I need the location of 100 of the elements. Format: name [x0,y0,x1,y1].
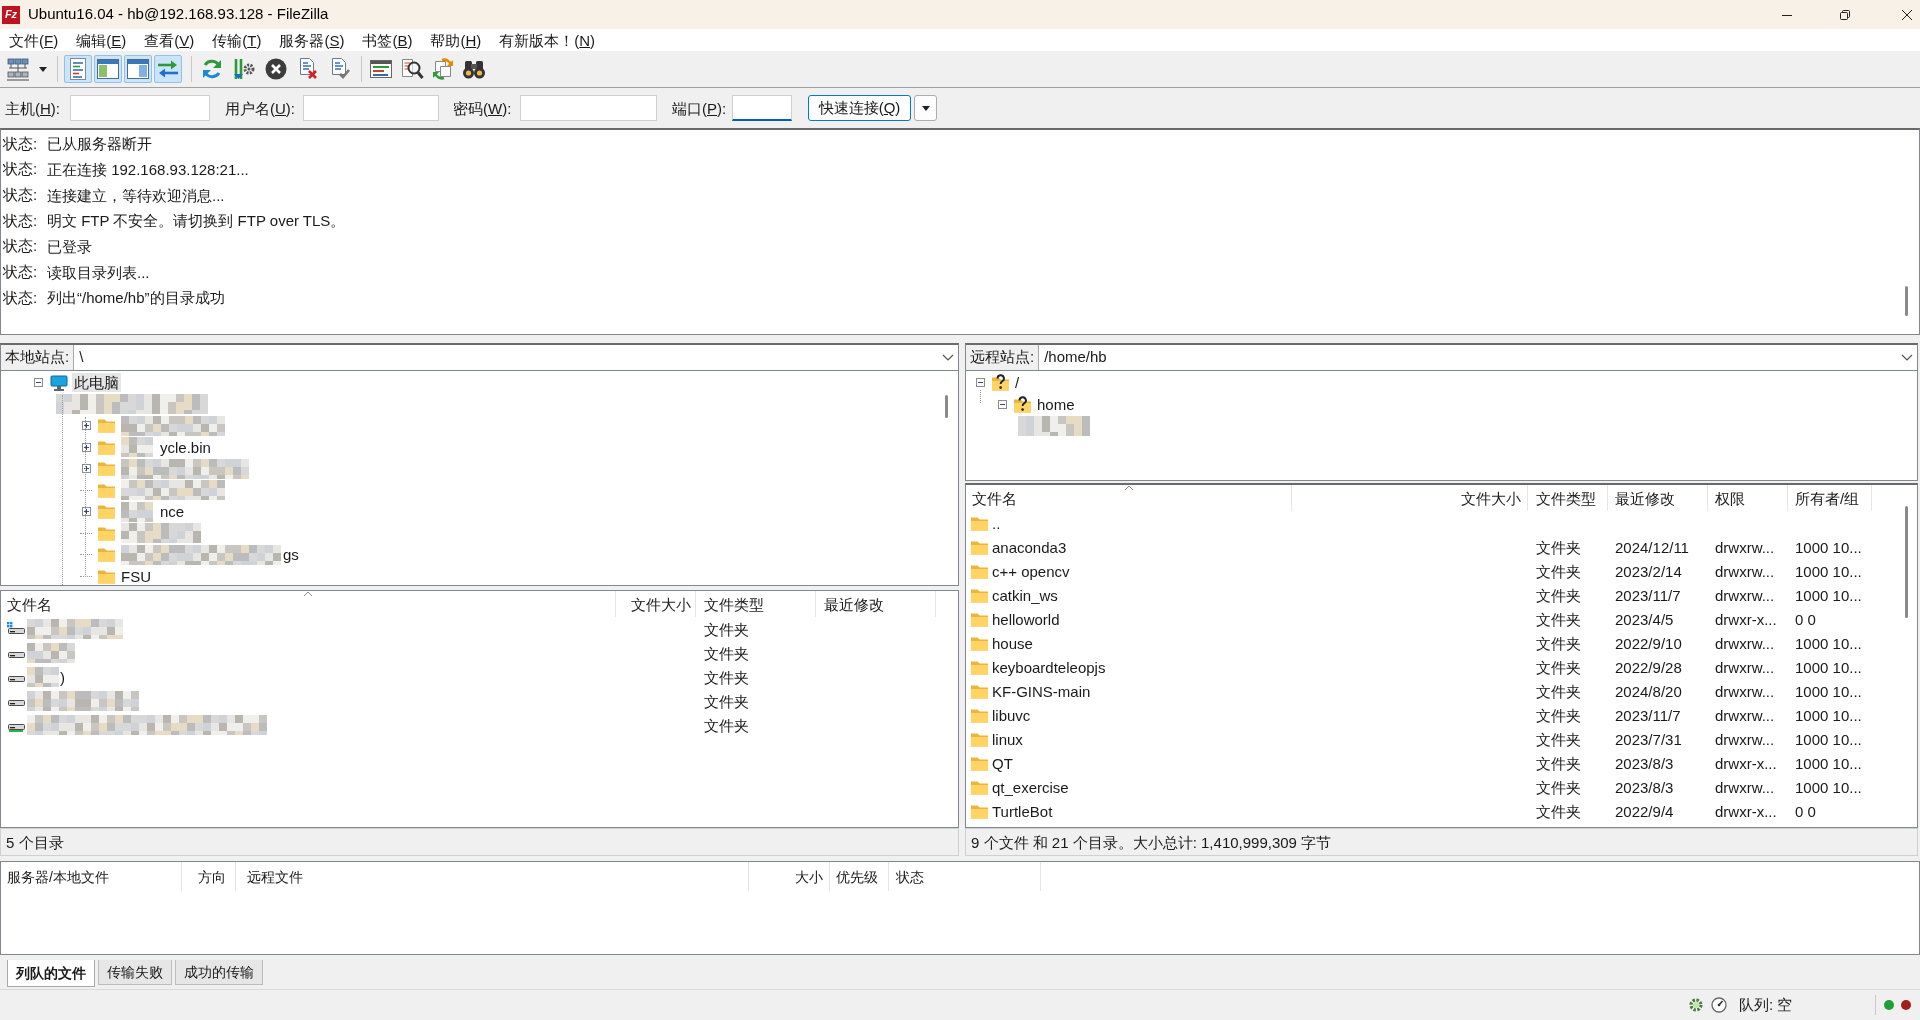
column-header[interactable]: 优先级 [836,869,878,884]
queue-tab[interactable]: 传输失败 [98,960,172,985]
queue-status: 队列: 空 [1739,995,1793,1013]
host-field[interactable] [70,95,210,121]
message-log-toggle[interactable] [64,55,92,83]
expand-icon[interactable] [81,507,91,517]
folder-icon [971,755,988,771]
column-header[interactable]: 大小 [795,869,823,884]
local-tree-toggle[interactable] [94,55,122,83]
column-header[interactable]: 文件名 [972,490,1017,506]
dropdown-button[interactable] [914,95,937,121]
file-name[interactable]: TurtleBot [992,803,1053,819]
expand-icon[interactable] [81,464,91,474]
column-header[interactable]: 文件名 [7,596,52,612]
column-header[interactable]: 最近修改 [824,596,884,612]
password-field[interactable] [520,95,657,121]
colored-lines-icon[interactable] [369,57,393,81]
column-header[interactable]: 文件类型 [1536,490,1596,506]
path-combo[interactable]: \ [74,345,958,370]
magnifier-document-icon[interactable] [400,57,424,81]
field-label: 密码(W): [453,100,512,116]
owner-group: 1000 10... [1795,563,1862,579]
collapse-icon[interactable] [975,378,985,388]
file-name[interactable]: KF-GINS-main [992,683,1091,699]
file-name[interactable]: house [992,635,1033,651]
queue-tab[interactable]: 列队的文件 [7,960,95,987]
tree-item[interactable]: home [1035,394,1077,414]
file-name[interactable]: anaconda3 [992,539,1067,555]
column-header[interactable]: 远程文件 [247,869,303,884]
scrollbar-thumb[interactable] [1905,286,1908,316]
expand-icon[interactable] [81,442,91,452]
menu-item[interactable]: 查看(V) [144,32,195,48]
tree-item[interactable]: / [1013,373,1022,393]
column-header[interactable]: 方向 [198,869,226,884]
folder-icon [971,659,988,675]
file-name[interactable]: catkin_ws [992,587,1058,603]
log-label: 状态: [3,134,38,152]
computers-grid-icon[interactable] [6,57,30,81]
column-header[interactable]: 文件类型 [704,596,764,612]
app-logo: Fz [2,5,20,24]
column-header[interactable]: 权限 [1715,490,1745,506]
tree-item[interactable]: FSU [119,566,153,585]
remote-tree-toggle[interactable] [124,55,152,83]
file-name[interactable]: qt_exercise [992,779,1069,795]
folder-icon [971,587,988,603]
username-field[interactable] [303,95,439,121]
file-name[interactable]: c++ opencv [992,563,1070,579]
menu-item[interactable]: 服务器(S) [279,32,345,48]
folder-icon [971,683,988,699]
tree-item[interactable]: nce [158,502,187,522]
cancel-icon[interactable] [264,57,288,81]
owner-group: 1000 10... [1795,731,1862,747]
menu-item[interactable]: 传输(T) [212,32,262,48]
column-header[interactable]: 文件大小 [1461,490,1521,506]
folder-icon [98,461,115,477]
scrollbar-thumb[interactable] [945,395,948,418]
file-name[interactable]: QT [992,755,1013,771]
column-header[interactable]: 最近修改 [1615,490,1675,506]
owner-group: 0 0 [1795,611,1816,627]
log-label: 状态: [3,237,38,255]
quickconnect-button[interactable]: 快速连接(Q) [808,95,911,121]
caret-icon[interactable] [39,66,47,72]
log-message: 列出“/home/hb”的目录成功 [47,290,225,306]
file-name[interactable]: ) [60,669,65,685]
menu-item[interactable]: 书签(B) [362,32,413,48]
file-name[interactable]: helloworld [992,611,1060,627]
menu-item[interactable]: 帮助(H) [430,32,482,48]
column-header[interactable]: 状态 [896,869,924,884]
menu-item[interactable]: 文件(F) [9,32,59,48]
file-name[interactable]: linux [992,731,1023,747]
collapse-icon[interactable] [33,378,43,388]
expand-icon[interactable] [81,421,91,431]
file-type: 文件夹 [704,717,749,733]
gear-icon[interactable] [1688,997,1704,1013]
tree-item[interactable]: ycle.bin [158,437,213,457]
scrollbar-thumb[interactable] [1905,506,1908,618]
column-header[interactable]: 服务器/本地文件 [7,869,109,884]
tree-item[interactable]: gs [281,545,301,565]
sync-arrows-icon[interactable] [431,57,455,81]
restore-icon[interactable] [1840,9,1850,20]
collapse-icon[interactable] [997,399,1007,409]
unknown-folder-icon [992,374,1009,392]
bars-gear-icon[interactable] [232,57,256,81]
file-name[interactable]: libuvc [992,707,1031,723]
folder-icon [98,525,115,541]
tree-item[interactable]: 此电脑 [72,373,121,393]
column-header[interactable]: 所有者/组 [1795,490,1860,506]
menu-item[interactable]: 编辑(E) [76,32,127,48]
queue-tab[interactable]: 成功的传输 [175,960,263,985]
port-field[interactable] [732,95,792,121]
file-name[interactable]: keyboardteleopjs [992,659,1106,675]
column-header[interactable]: 文件大小 [631,596,691,612]
close-icon[interactable] [1902,9,1912,20]
transfer-queue-toggle[interactable] [154,55,182,83]
menu-item[interactable]: 有新版本！(N) [499,32,596,48]
refresh-icon[interactable] [200,57,224,81]
file-name[interactable]: .. [992,515,1001,531]
owner-group: 1000 10... [1795,779,1862,795]
path-combo[interactable]: /home/hb [1039,345,1917,370]
gauge-icon[interactable] [1711,997,1727,1013]
